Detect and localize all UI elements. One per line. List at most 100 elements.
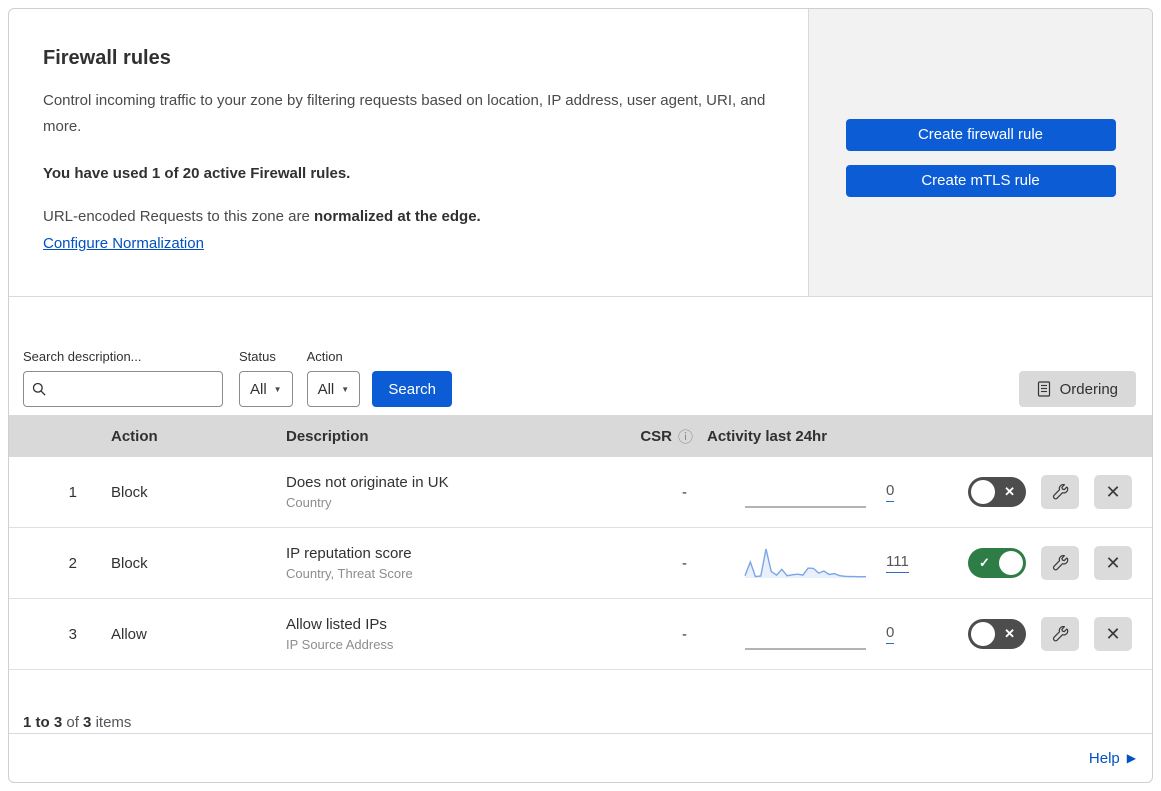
enable-toggle[interactable]: ✓ [968,548,1026,578]
filters-bar: Search description... Status All ▼ Actio… [9,297,1152,407]
rule-controls-cell: ✓ ✕ [952,546,1152,580]
rule-activity-cell: 0 [707,474,952,510]
rule-controls-cell: ✕ ✕ [952,475,1152,509]
delete-rule-button[interactable]: ✕ [1094,617,1132,651]
info-icon[interactable]: ⓘ [678,426,693,447]
activity-count-link[interactable]: 111 [886,553,909,573]
rule-description-cell: IP reputation score Country, Threat Scor… [272,545,617,581]
page-title: Firewall rules [43,47,171,69]
help-link[interactable]: Help ▶ [1089,750,1136,767]
hero-section: Firewall rules Control incoming traffic … [9,9,1152,297]
table-row: 2 Block IP reputation score Country, Thr… [9,528,1152,599]
close-icon: ✕ [1105,481,1121,502]
items-range: 1 to 3 [23,714,63,731]
enable-toggle[interactable]: ✕ [968,619,1026,649]
rule-activity-cell: 0 [707,616,952,652]
activity-sparkline [744,548,867,578]
items-total: 3 [83,714,92,731]
create-firewall-rule-button[interactable]: Create firewall rule [845,118,1116,151]
rule-description-cell: Does not originate in UK Country [272,474,617,510]
ordering-button-label: Ordering [1059,380,1118,398]
rule-description: IP reputation score [286,545,412,562]
rules-table-body: 1 Block Does not originate in UK Country… [9,457,1152,670]
action-column-header: Action [111,427,158,445]
rule-controls-cell: ✕ ✕ [952,617,1152,651]
hero-text-block: Firewall rules Control incoming traffic … [9,9,808,296]
toggle-knob [999,551,1023,575]
toggle-knob [971,480,995,504]
items-of: of [66,714,79,731]
action-select[interactable]: All ▼ [306,371,361,407]
rule-priority: 3 [68,625,77,643]
help-bar: Help ▶ [9,733,1152,782]
items-count-footer: 1 to 3 of 3 items [9,670,1152,731]
rule-action: Block [111,554,148,572]
toggle-state-icon: ✓ [979,555,990,570]
chevron-down-icon: ▼ [273,384,282,394]
wrench-icon [1052,625,1068,641]
rule-priority: 2 [68,554,77,572]
activity-sparkline [745,648,866,650]
action-label: Action [306,349,343,364]
activity-count-link[interactable]: 0 [886,482,895,502]
search-group: Search description... [23,349,223,407]
edit-rule-button[interactable] [1041,617,1079,651]
create-mtls-rule-button[interactable]: Create mTLS rule [845,164,1116,197]
delete-rule-button[interactable]: ✕ [1094,546,1132,580]
rule-priority: 1 [68,483,77,501]
rule-activity-cell: 111 [707,545,952,581]
configure-normalization-link[interactable]: Configure Normalization [43,235,204,252]
table-row: 1 Block Does not originate in UK Country… [9,457,1152,528]
table-header-row: Action Description CSR ⓘ Activity last 2… [9,415,1152,457]
search-button[interactable]: Search [372,371,453,407]
normalization-prefix: URL-encoded Requests to this zone are [43,207,314,225]
close-icon: ✕ [1105,623,1121,644]
rule-description-cell: Allow listed IPs IP Source Address [272,616,617,652]
status-select[interactable]: All ▼ [239,371,293,407]
csr-column-header: CSR ⓘ [617,426,707,447]
activity-column-header: Activity last 24hr [707,427,828,445]
rule-description: Does not originate in UK [286,474,449,491]
help-label: Help [1088,749,1120,767]
normalization-bold: normalized at the edge. [314,207,481,225]
search-label: Search description... [23,349,142,364]
chevron-down-icon: ▼ [341,384,350,394]
search-input-wrapper [23,371,223,407]
toggle-knob [971,622,995,646]
table-row: 3 Allow Allow listed IPs IP Source Addre… [9,599,1152,670]
description-column-header: Description [286,427,369,445]
wrench-icon [1052,554,1068,570]
activity-count-link[interactable]: 0 [886,624,895,644]
search-icon [32,382,46,396]
search-input[interactable] [53,380,214,398]
rule-csr-value: - [682,483,687,501]
rule-action: Allow [111,625,147,643]
rule-action: Block [111,483,148,501]
normalization-note: URL-encoded Requests to this zone are no… [43,208,768,225]
rule-csr-value: - [682,554,687,572]
action-selected-value: All [317,380,335,398]
rule-fields: IP Source Address [286,637,394,652]
activity-sparkline [745,506,866,508]
status-selected-value: All [250,380,267,398]
hero-actions-panel: Create firewall rule Create mTLS rule [808,9,1152,296]
ordering-list-icon [1037,381,1050,397]
status-label: Status [239,349,276,364]
action-filter-group: Action All ▼ [306,349,361,407]
toggle-state-icon: ✕ [1004,484,1015,499]
rule-fields: Country [286,495,332,510]
enable-toggle[interactable]: ✕ [968,477,1026,507]
firewall-rules-card: Firewall rules Control incoming traffic … [8,8,1153,783]
usage-note: You have used 1 of 20 active Firewall ru… [43,164,351,182]
items-word: items [95,714,132,731]
status-filter-group: Status All ▼ [239,349,293,407]
close-icon: ✕ [1105,552,1121,573]
toggle-state-icon: ✕ [1004,626,1015,641]
edit-rule-button[interactable] [1041,546,1079,580]
wrench-icon [1052,483,1068,499]
csr-header-label: CSR [640,427,672,445]
rule-fields: Country, Threat Score [286,566,413,581]
ordering-button[interactable]: Ordering [1018,371,1136,407]
edit-rule-button[interactable] [1041,475,1079,509]
delete-rule-button[interactable]: ✕ [1094,475,1132,509]
